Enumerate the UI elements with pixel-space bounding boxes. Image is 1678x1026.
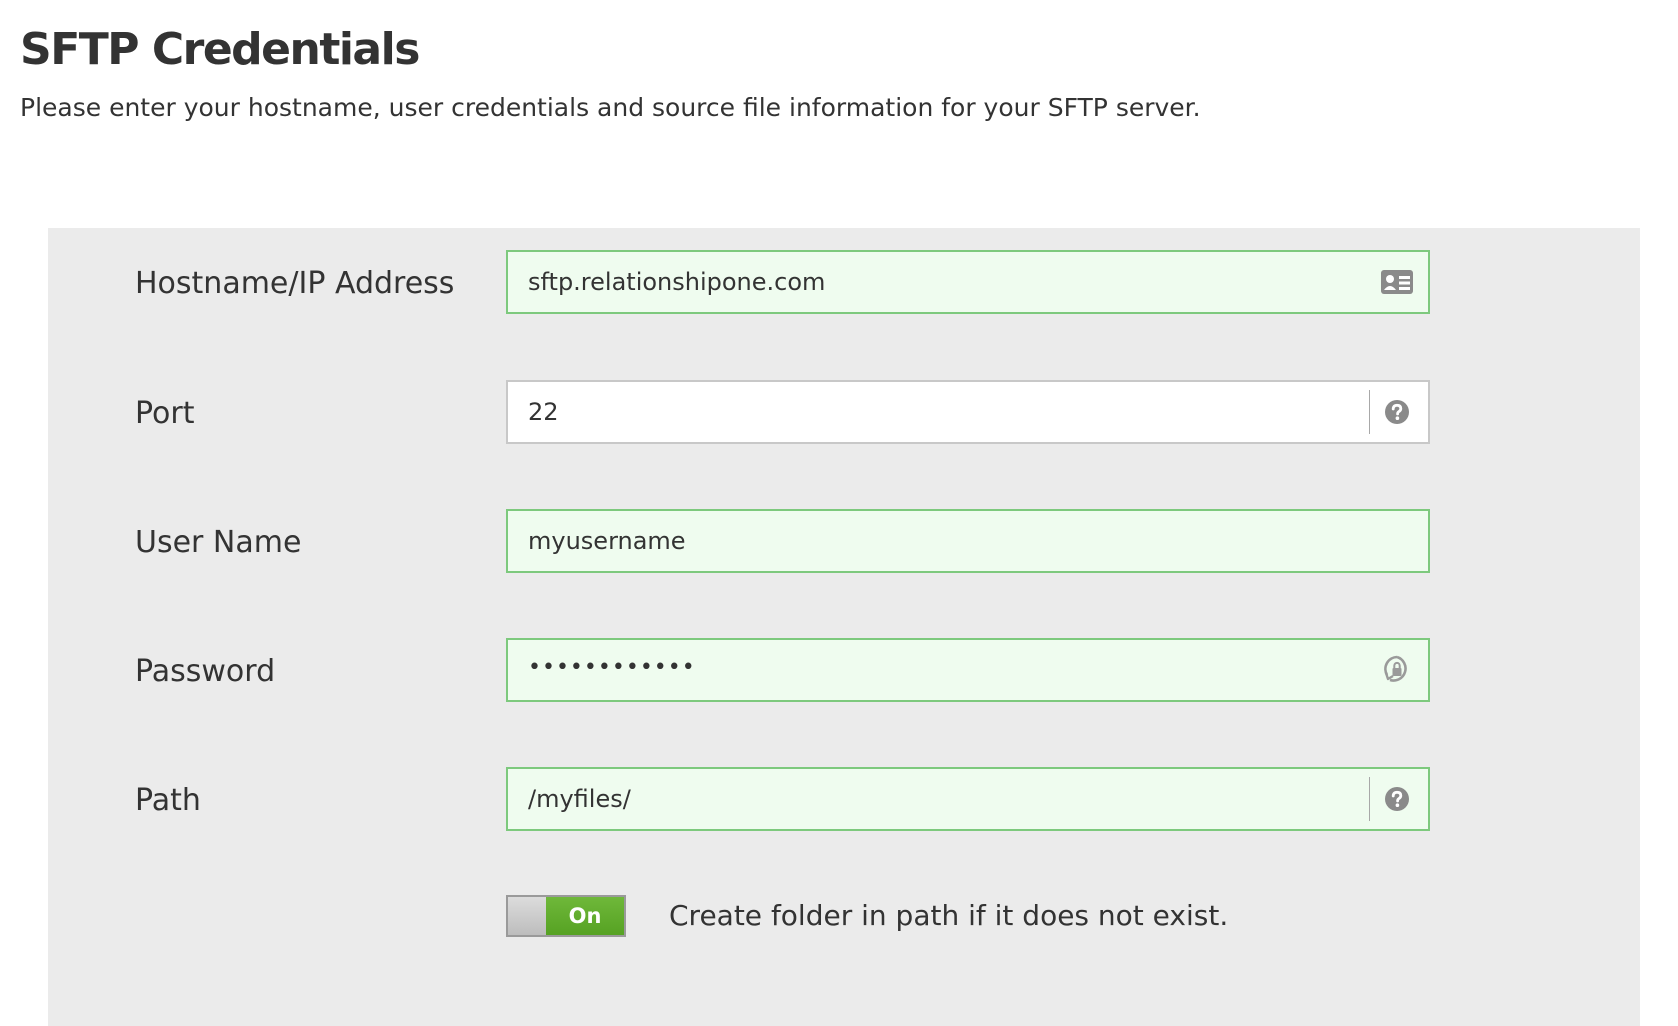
page-subtitle: Please enter your hostname, user credent… (20, 93, 1201, 122)
path-value: /myfiles/ (528, 785, 631, 813)
hostname-row: Hostname/IP Address sftp.relationshipone… (48, 250, 1640, 320)
path-label: Path (135, 783, 201, 818)
hostname-value: sftp.relationshipone.com (528, 268, 826, 296)
page-title: SFTP Credentials (20, 24, 420, 75)
path-input[interactable]: /myfiles/ (506, 767, 1430, 831)
port-value: 22 (528, 398, 559, 426)
username-value: myusername (528, 527, 686, 555)
create-folder-toggle[interactable]: On (506, 895, 626, 937)
toggle-on-label: On (546, 897, 624, 935)
port-label: Port (135, 396, 195, 431)
password-label: Password (135, 654, 276, 689)
password-input[interactable]: •••••••••••• (506, 638, 1430, 702)
username-label: User Name (135, 525, 302, 560)
addon-divider (1369, 390, 1370, 434)
username-row: User Name myusername (48, 509, 1640, 579)
hostname-label: Hostname/IP Address (135, 266, 455, 301)
help-icon[interactable] (1378, 780, 1416, 818)
sftp-credentials-page: SFTP Credentials Please enter your hostn… (0, 0, 1678, 1026)
create-folder-row: On Create folder in path if it does not … (48, 895, 1640, 965)
username-input[interactable]: myusername (506, 509, 1430, 573)
port-row: Port 22 (48, 380, 1640, 450)
credentials-form-panel: Hostname/IP Address sftp.relationshipone… (48, 228, 1640, 1026)
password-manager-icon[interactable] (1378, 651, 1416, 689)
password-value: •••••••••••• (528, 655, 696, 680)
password-row: Password •••••••••••• (48, 638, 1640, 708)
path-row: Path /myfiles/ (48, 767, 1640, 837)
port-input[interactable]: 22 (506, 380, 1430, 444)
contact-card-icon[interactable] (1378, 263, 1416, 301)
create-folder-text: Create folder in path if it does not exi… (669, 899, 1229, 932)
addon-divider (1369, 777, 1370, 821)
hostname-input[interactable]: sftp.relationshipone.com (506, 250, 1430, 314)
help-icon[interactable] (1378, 393, 1416, 431)
